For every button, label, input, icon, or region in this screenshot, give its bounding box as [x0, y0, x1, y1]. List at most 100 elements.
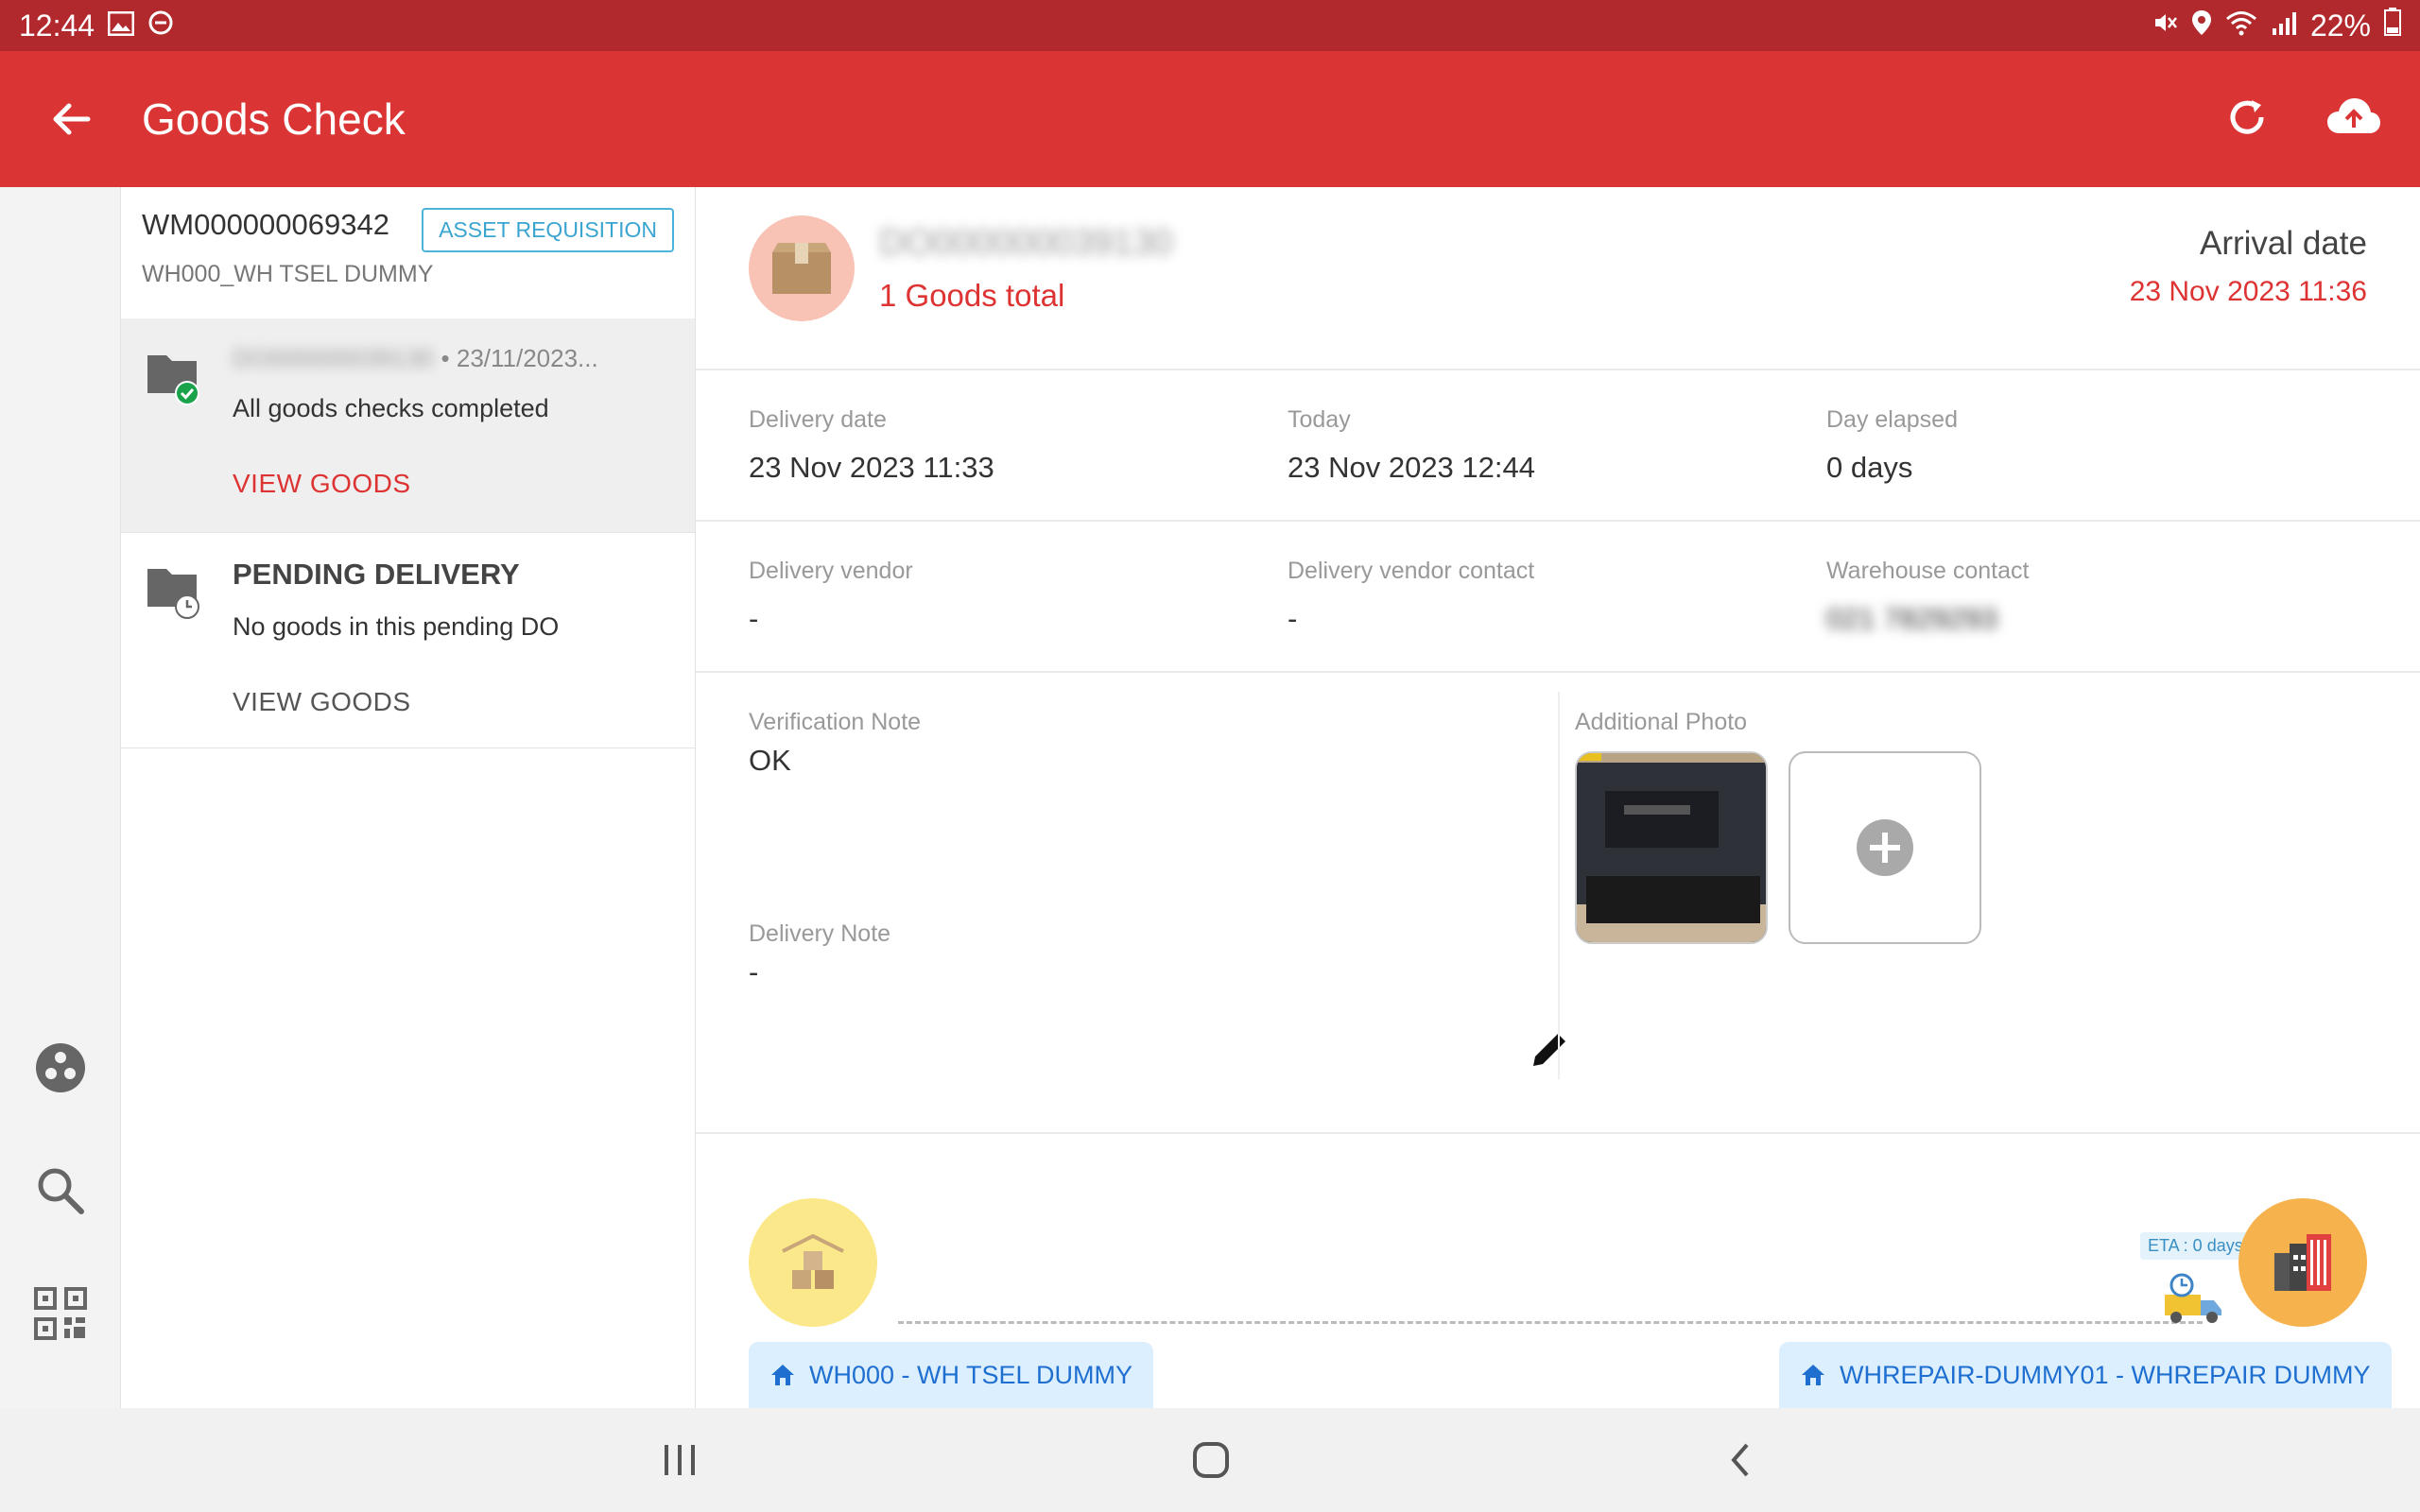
photo-thumbnail[interactable]	[1575, 751, 1768, 944]
today-value: 23 Nov 2023 12:44	[1288, 451, 1535, 484]
delivery-vendor-label: Delivery vendor	[749, 558, 913, 584]
arrow-back-icon	[53, 103, 91, 135]
search-button[interactable]	[30, 1160, 91, 1221]
home-circle-icon	[1193, 1442, 1229, 1478]
back-button[interactable]	[0, 51, 142, 187]
group-icon	[36, 1043, 85, 1092]
cloud-upload-icon	[2327, 97, 2380, 133]
folder-check-icon	[144, 346, 206, 405]
mute-icon	[2152, 9, 2178, 43]
origin-label: WH000 - WH TSEL DUMMY	[809, 1360, 1133, 1389]
view-goods-link[interactable]: VIEW GOODS	[233, 687, 666, 717]
origin-warehouse-avatar	[749, 1198, 877, 1327]
additional-photo-label: Additional Photo	[1575, 709, 1748, 735]
signal-icon	[2271, 9, 2297, 43]
additional-photo: Additional Photo	[1575, 709, 1981, 944]
delivery-vendor: Delivery vendor -	[749, 522, 1288, 671]
destination-avatar	[2238, 1198, 2367, 1327]
package-icon	[772, 243, 831, 294]
origin-chip: WH000 - WH TSEL DUMMY	[749, 1342, 1154, 1408]
asset-requisition-badge: ASSET REQUISITION	[422, 208, 674, 252]
status-time: 12:44	[19, 8, 95, 43]
delivery-vendor-contact: Delivery vendor contact -	[1288, 522, 1826, 671]
add-photo-button[interactable]	[1789, 751, 1981, 944]
vendor-contact-label: Delivery vendor contact	[1288, 558, 1535, 584]
warehouse-contact-label: Warehouse contact	[1826, 558, 2030, 584]
day-elapsed: Day elapsed 0 days	[1826, 370, 2365, 520]
pending-description: No goods in this pending DO	[233, 612, 560, 641]
box-avatar	[749, 215, 855, 321]
refresh-button[interactable]	[2225, 95, 2269, 144]
folder-clock-icon	[144, 559, 206, 619]
view-goods-link[interactable]: VIEW GOODS	[233, 469, 666, 499]
do-summary: DO000000039130 1 Goods total Arrival dat…	[696, 187, 2420, 370]
delivery-date: Delivery date 23 Nov 2023 11:33	[749, 370, 1288, 520]
eta-label: ETA : 0 days	[2140, 1232, 2251, 1260]
notes-section: Verification Note OK Delivery Note - Add…	[696, 673, 2420, 1134]
list-item-pending[interactable]: PENDING DELIVERY No goods in this pendin…	[121, 533, 695, 748]
warehouse-name: WH000_WH TSEL DUMMY	[142, 261, 434, 287]
home-icon	[1802, 1365, 1824, 1385]
gallery-icon	[107, 9, 135, 43]
delivery-list-panel: WM000000069342 ASSET REQUISITION WH000_W…	[121, 187, 696, 1408]
day-elapsed-value: 0 days	[1826, 451, 1913, 484]
dates-row: Delivery date 23 Nov 2023 11:33 Today 23…	[696, 370, 2420, 522]
verification-note-label: Verification Note	[749, 709, 922, 735]
route-line	[898, 1321, 2203, 1324]
upload-button[interactable]	[2325, 95, 2382, 144]
building-icon	[2274, 1234, 2331, 1291]
recent-apps-icon	[665, 1445, 695, 1475]
app-bar: Goods Check	[0, 51, 2420, 187]
vendor-contact-value: -	[1288, 602, 1298, 635]
refresh-icon	[2230, 99, 2264, 134]
do-number: DO000000039130	[879, 223, 1173, 263]
home-icon	[771, 1365, 794, 1385]
destination-chip: WHREPAIR-DUMMY01 - WHREPAIR DUMMY	[1779, 1342, 2392, 1408]
pending-delivery-heading: PENDING DELIVERY	[233, 558, 520, 591]
recent-apps-button[interactable]	[647, 1427, 713, 1493]
route-section: ETA : 0 days WH000 - WH TSEL DUMMY WHREP…	[696, 1134, 2420, 1408]
plus-icon	[1857, 819, 1913, 876]
requisition-header: WM000000069342 ASSET REQUISITION WH000_W…	[121, 187, 695, 319]
truck-icon	[2161, 1272, 2227, 1329]
today-label: Today	[1288, 406, 1351, 433]
group-button[interactable]	[30, 1038, 91, 1098]
battery-icon	[2384, 8, 2401, 43]
do-status: All goods checks completed	[233, 394, 549, 422]
arrival-date: Arrival date 23 Nov 2023 11:36	[2130, 225, 2367, 308]
warehouse-contact: Warehouse contact 021 7829293	[1826, 522, 2365, 671]
left-rail	[0, 187, 121, 1408]
chevron-left-icon	[1731, 1443, 1749, 1477]
notes-divider	[1558, 692, 1560, 1079]
location-icon	[2191, 9, 2212, 43]
arrival-date-value: 23 Nov 2023 11:36	[2129, 276, 2367, 307]
wifi-icon	[2225, 9, 2257, 43]
pencil-icon	[1533, 1030, 1569, 1066]
edit-notes-button[interactable]	[1524, 1022, 1577, 1075]
delivery-note-label: Delivery Note	[749, 920, 891, 947]
warehouse-contact-value: 021 7829293	[1826, 602, 1998, 635]
qr-code-icon	[34, 1287, 87, 1340]
list-item-do[interactable]: DO000000039130 • 23/11/2023... All goods…	[121, 319, 695, 533]
today-date: Today 23 Nov 2023 12:44	[1288, 370, 1826, 520]
status-bar: 12:44 22%	[0, 0, 2420, 51]
qr-scan-button[interactable]	[30, 1283, 91, 1344]
destination-label: WHREPAIR-DUMMY01 - WHREPAIR DUMMY	[1840, 1360, 2371, 1389]
battery-percent: 22%	[2309, 8, 2371, 43]
goods-detail-panel: DO000000039130 1 Goods total Arrival dat…	[696, 187, 2420, 1408]
delivery-date-label: Delivery date	[749, 406, 887, 433]
system-nav-bar	[0, 1408, 2420, 1512]
home-button[interactable]	[1178, 1427, 1244, 1493]
warehouse-icon	[782, 1233, 844, 1289]
delivery-note-value: -	[749, 955, 759, 988]
contacts-row: Delivery vendor - Delivery vendor contac…	[696, 522, 2420, 673]
delivery-vendor-value: -	[749, 602, 759, 635]
page-title: Goods Check	[142, 94, 406, 144]
do-date: • 23/11/2023...	[441, 344, 598, 372]
delivery-date-value: 23 Nov 2023 11:33	[749, 451, 994, 484]
arrival-date-label: Arrival date	[2199, 225, 2367, 262]
search-icon	[38, 1168, 84, 1214]
system-back-button[interactable]	[1707, 1427, 1773, 1493]
do-not-disturb-icon	[147, 9, 174, 43]
goods-total: 1 Goods total	[879, 278, 1065, 313]
